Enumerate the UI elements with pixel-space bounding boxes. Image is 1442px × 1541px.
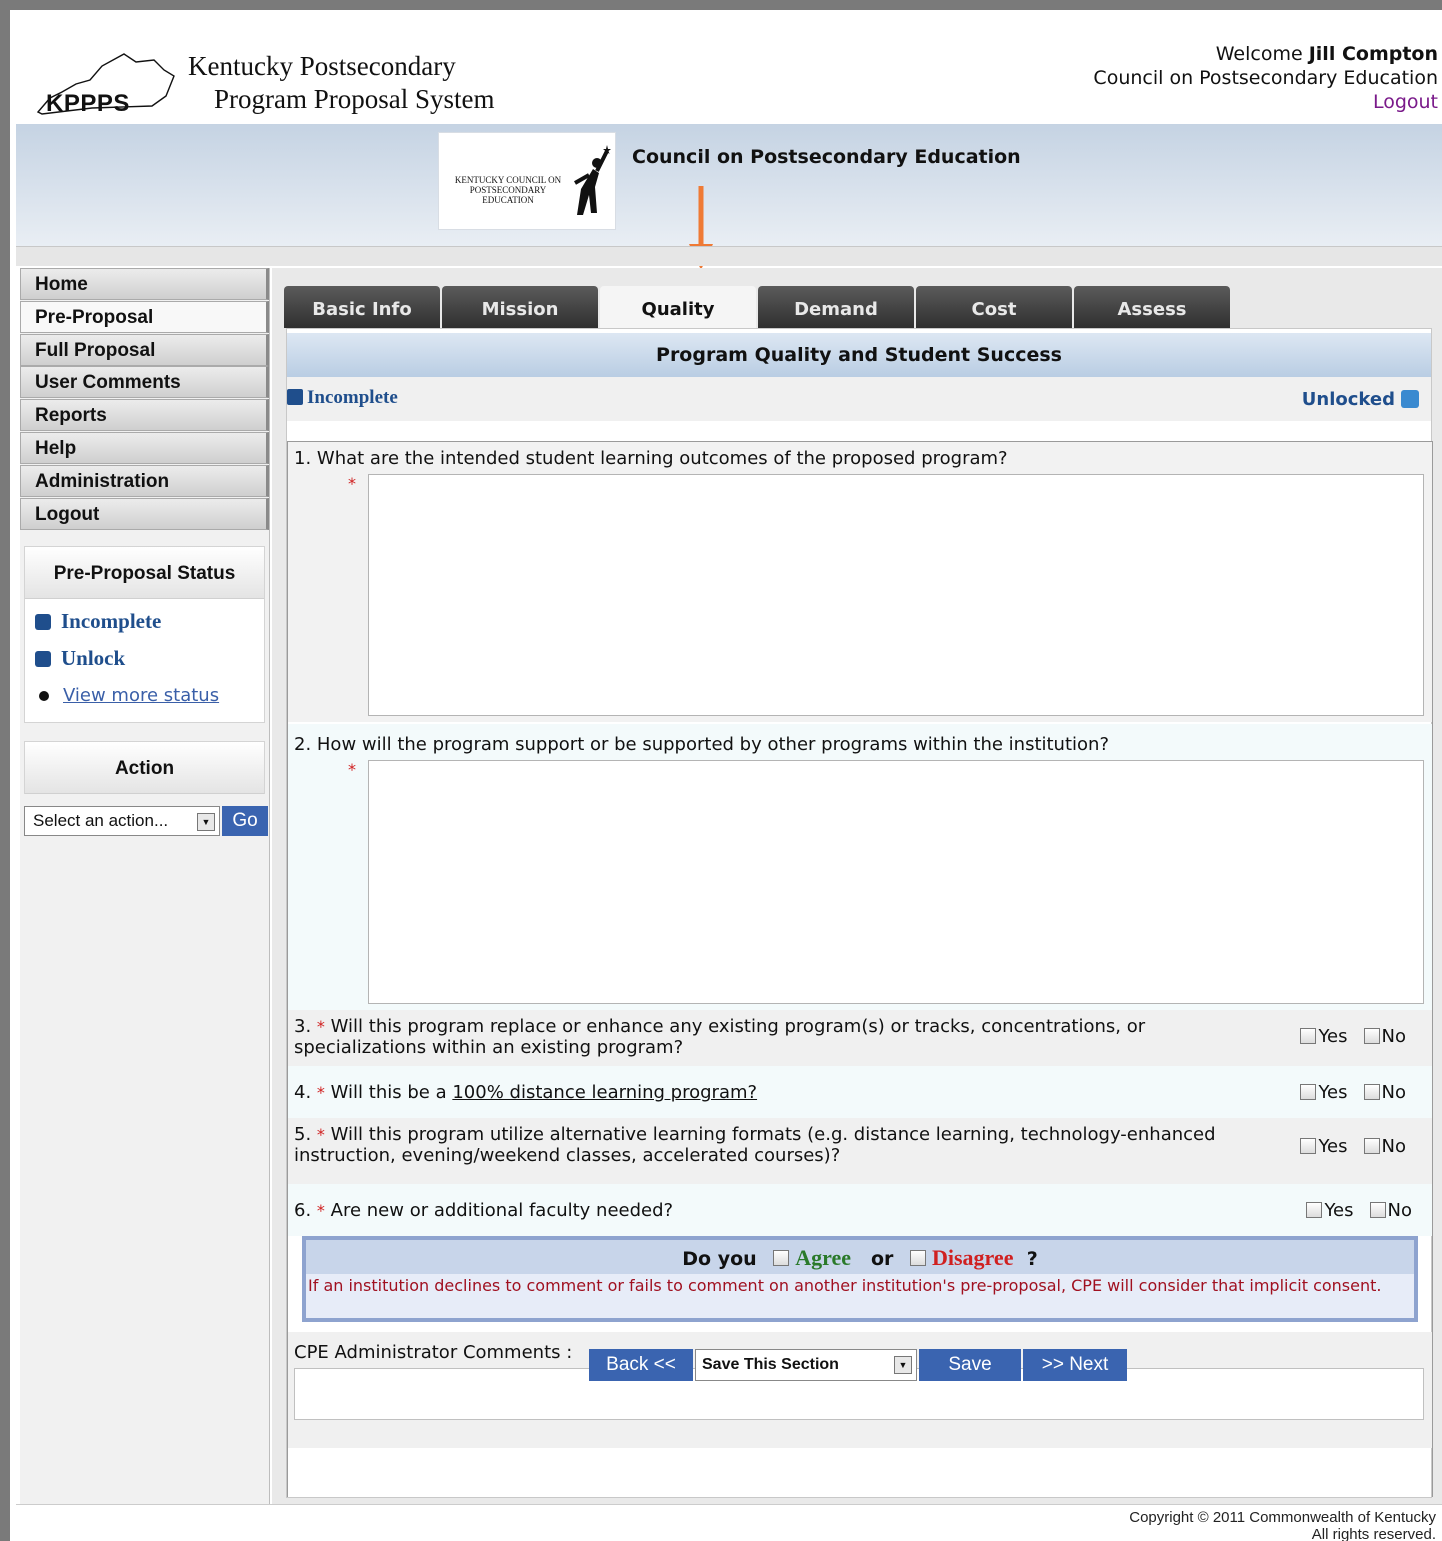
question-5-yes-no: Yes No — [1300, 1136, 1406, 1157]
question-5-no-checkbox[interactable] — [1363, 1138, 1380, 1154]
copyright: Copyright © 2011 Commonwealth of Kentuck… — [1129, 1509, 1436, 1541]
user-name: Jill Compton — [1308, 43, 1438, 65]
question-2-textarea[interactable] — [368, 760, 1424, 1004]
back-button[interactable]: Back << — [589, 1349, 693, 1381]
question-6-row: 6. * Are new or additional faculty neede… — [288, 1184, 1432, 1236]
header-logout-link[interactable]: Logout — [1093, 90, 1438, 114]
required-marker: * — [348, 474, 356, 493]
question-4-yes-checkbox[interactable] — [1300, 1084, 1317, 1100]
section-incomplete-status[interactable]: Incomplete — [287, 387, 398, 409]
question-4-row: 4. * Will this be a 100% distance learni… — [288, 1066, 1432, 1118]
distance-learning-link[interactable]: 100% distance learning program? — [452, 1082, 757, 1103]
tab-assess[interactable]: Assess — [1074, 286, 1230, 328]
question-form: 1. What are the intended student learnin… — [287, 441, 1433, 1497]
next-button[interactable]: >> Next — [1023, 1349, 1127, 1381]
question-5-text: 5. * Will this program utilize alternati… — [294, 1124, 1216, 1166]
sidebar-item-user-comments[interactable]: User Comments — [20, 366, 269, 399]
sidebar-item-help[interactable]: Help — [20, 431, 269, 464]
sidebar-item-home[interactable]: Home — [20, 268, 269, 300]
section-title: Program Quality and Student Success — [287, 333, 1431, 377]
question-1-textarea[interactable] — [368, 474, 1424, 716]
action-panel: Action — [24, 740, 265, 794]
agree-checkbox[interactable] — [773, 1250, 790, 1266]
cpe-logo: KENTUCKY COUNCIL ON POSTSECONDARY EDUCAT… — [438, 132, 616, 230]
chevron-down-icon: ▼ — [197, 812, 215, 831]
question-3-yes-checkbox[interactable] — [1300, 1028, 1317, 1044]
question-3-row: 3. * Will this program replace or enhanc… — [288, 1010, 1432, 1066]
sidebar: Home Pre-Proposal Full Proposal User Com… — [20, 268, 270, 1504]
tab-quality[interactable]: Quality — [600, 286, 756, 328]
go-button[interactable]: Go — [222, 805, 268, 836]
question-2-row: 2. How will the program support or be su… — [288, 724, 1432, 1010]
question-5-yes-checkbox[interactable] — [1300, 1138, 1317, 1154]
banner-subbar — [16, 246, 1442, 266]
tab-mission[interactable]: Mission — [442, 286, 598, 328]
footer: Copyright © 2011 Commonwealth of Kentuck… — [16, 1504, 1442, 1541]
status-panel-title: Pre-Proposal Status — [25, 546, 264, 599]
main-area: Basic Info Mission Quality Demand Cost A… — [272, 268, 1442, 1504]
agree-disagree-box: Do you Agree or Disagree ? If an institu… — [302, 1236, 1418, 1322]
disagree-label: Disagree — [932, 1245, 1014, 1270]
sidebar-item-pre-proposal[interactable]: Pre-Proposal — [20, 300, 269, 333]
question-6-yes-no: Yes No — [1306, 1200, 1412, 1221]
save-button[interactable]: Save — [919, 1349, 1021, 1381]
question-1-text: 1. What are the intended student learnin… — [294, 448, 1008, 469]
tab-demand[interactable]: Demand — [758, 286, 914, 328]
system-title: Kentucky Postsecondary Program Proposal … — [188, 51, 495, 114]
sidebar-item-reports[interactable]: Reports — [20, 399, 269, 432]
sidebar-nav: Home Pre-Proposal Full Proposal User Com… — [20, 268, 269, 530]
tab-basic-info[interactable]: Basic Info — [284, 286, 440, 328]
question-6-text: 6. * Are new or additional faculty neede… — [294, 1200, 674, 1221]
content-panel: Program Quality and Student Success Inco… — [286, 328, 1433, 1498]
save-disk-icon — [35, 613, 51, 630]
question-4-text: 4. * Will this be a 100% distance learni… — [294, 1082, 758, 1103]
section-status-bar: Incomplete Unlocked — [287, 377, 1431, 421]
figure-reaching-icon — [574, 145, 611, 215]
action-row: Select an action... ▼ Go — [24, 805, 268, 836]
question-3-no-checkbox[interactable] — [1363, 1028, 1380, 1044]
save-disk-icon — [287, 389, 303, 405]
sidebar-item-full-proposal[interactable]: Full Proposal — [20, 333, 269, 366]
action-select[interactable]: Select an action... ▼ — [24, 805, 220, 836]
section-unlocked-status[interactable]: Unlocked — [1302, 389, 1419, 410]
user-organization: Council on Postsecondary Education — [1093, 67, 1438, 89]
kppps-logo: KPPPS — [32, 40, 178, 122]
question-5-row: 5. * Will this program utilize alternati… — [288, 1118, 1432, 1184]
user-welcome: Welcome Jill Compton Council on Postseco… — [1093, 43, 1438, 114]
unlock-icon — [35, 650, 51, 667]
logo-text: KPPPS — [46, 90, 130, 117]
banner: KENTUCKY COUNCIL ON POSTSECONDARY EDUCAT… — [16, 124, 1442, 270]
app-frame: KPPPS Kentucky Postsecondary Program Pro… — [10, 10, 1442, 1541]
question-6-yes-checkbox[interactable] — [1306, 1202, 1323, 1218]
status-unlock[interactable]: Unlock — [35, 640, 254, 677]
sidebar-item-administration[interactable]: Administration — [20, 464, 269, 497]
question-1-row: 1. What are the intended student learnin… — [288, 442, 1432, 722]
question-4-no-checkbox[interactable] — [1363, 1084, 1380, 1100]
question-6-no-checkbox[interactable] — [1369, 1202, 1386, 1218]
tab-cost[interactable]: Cost — [916, 286, 1072, 328]
implicit-consent-note: If an institution declines to comment or… — [308, 1276, 1382, 1295]
status-panel: Pre-Proposal Status Incomplete Unlock Vi… — [24, 545, 265, 723]
question-3-yes-no: Yes No — [1300, 1026, 1406, 1047]
agree-label: Agree — [795, 1245, 852, 1270]
chevron-down-icon: ▼ — [894, 1356, 912, 1374]
status-incomplete[interactable]: Incomplete — [35, 603, 254, 640]
agree-disagree-header: Do you Agree or Disagree ? — [306, 1240, 1414, 1274]
sidebar-item-logout[interactable]: Logout — [20, 497, 269, 530]
question-2-text: 2. How will the program support or be su… — [294, 734, 1110, 755]
header: KPPPS Kentucky Postsecondary Program Pro… — [16, 18, 1442, 124]
question-4-yes-no: Yes No — [1300, 1082, 1406, 1103]
cpe-comments-label: CPE Administrator Comments : — [294, 1342, 573, 1363]
save-section-select[interactable]: Save This Section ▼ — [695, 1349, 917, 1381]
banner-title: Council on Postsecondary Education — [632, 146, 1021, 168]
action-panel-title: Action — [25, 741, 264, 794]
unlock-icon — [1401, 390, 1419, 408]
required-marker: * — [348, 760, 356, 779]
bullet-icon — [39, 690, 49, 701]
view-more-status-link[interactable]: View more status — [35, 677, 254, 714]
disagree-checkbox[interactable] — [910, 1250, 926, 1266]
question-3-text: 3. * Will this program replace or enhanc… — [294, 1016, 1146, 1058]
